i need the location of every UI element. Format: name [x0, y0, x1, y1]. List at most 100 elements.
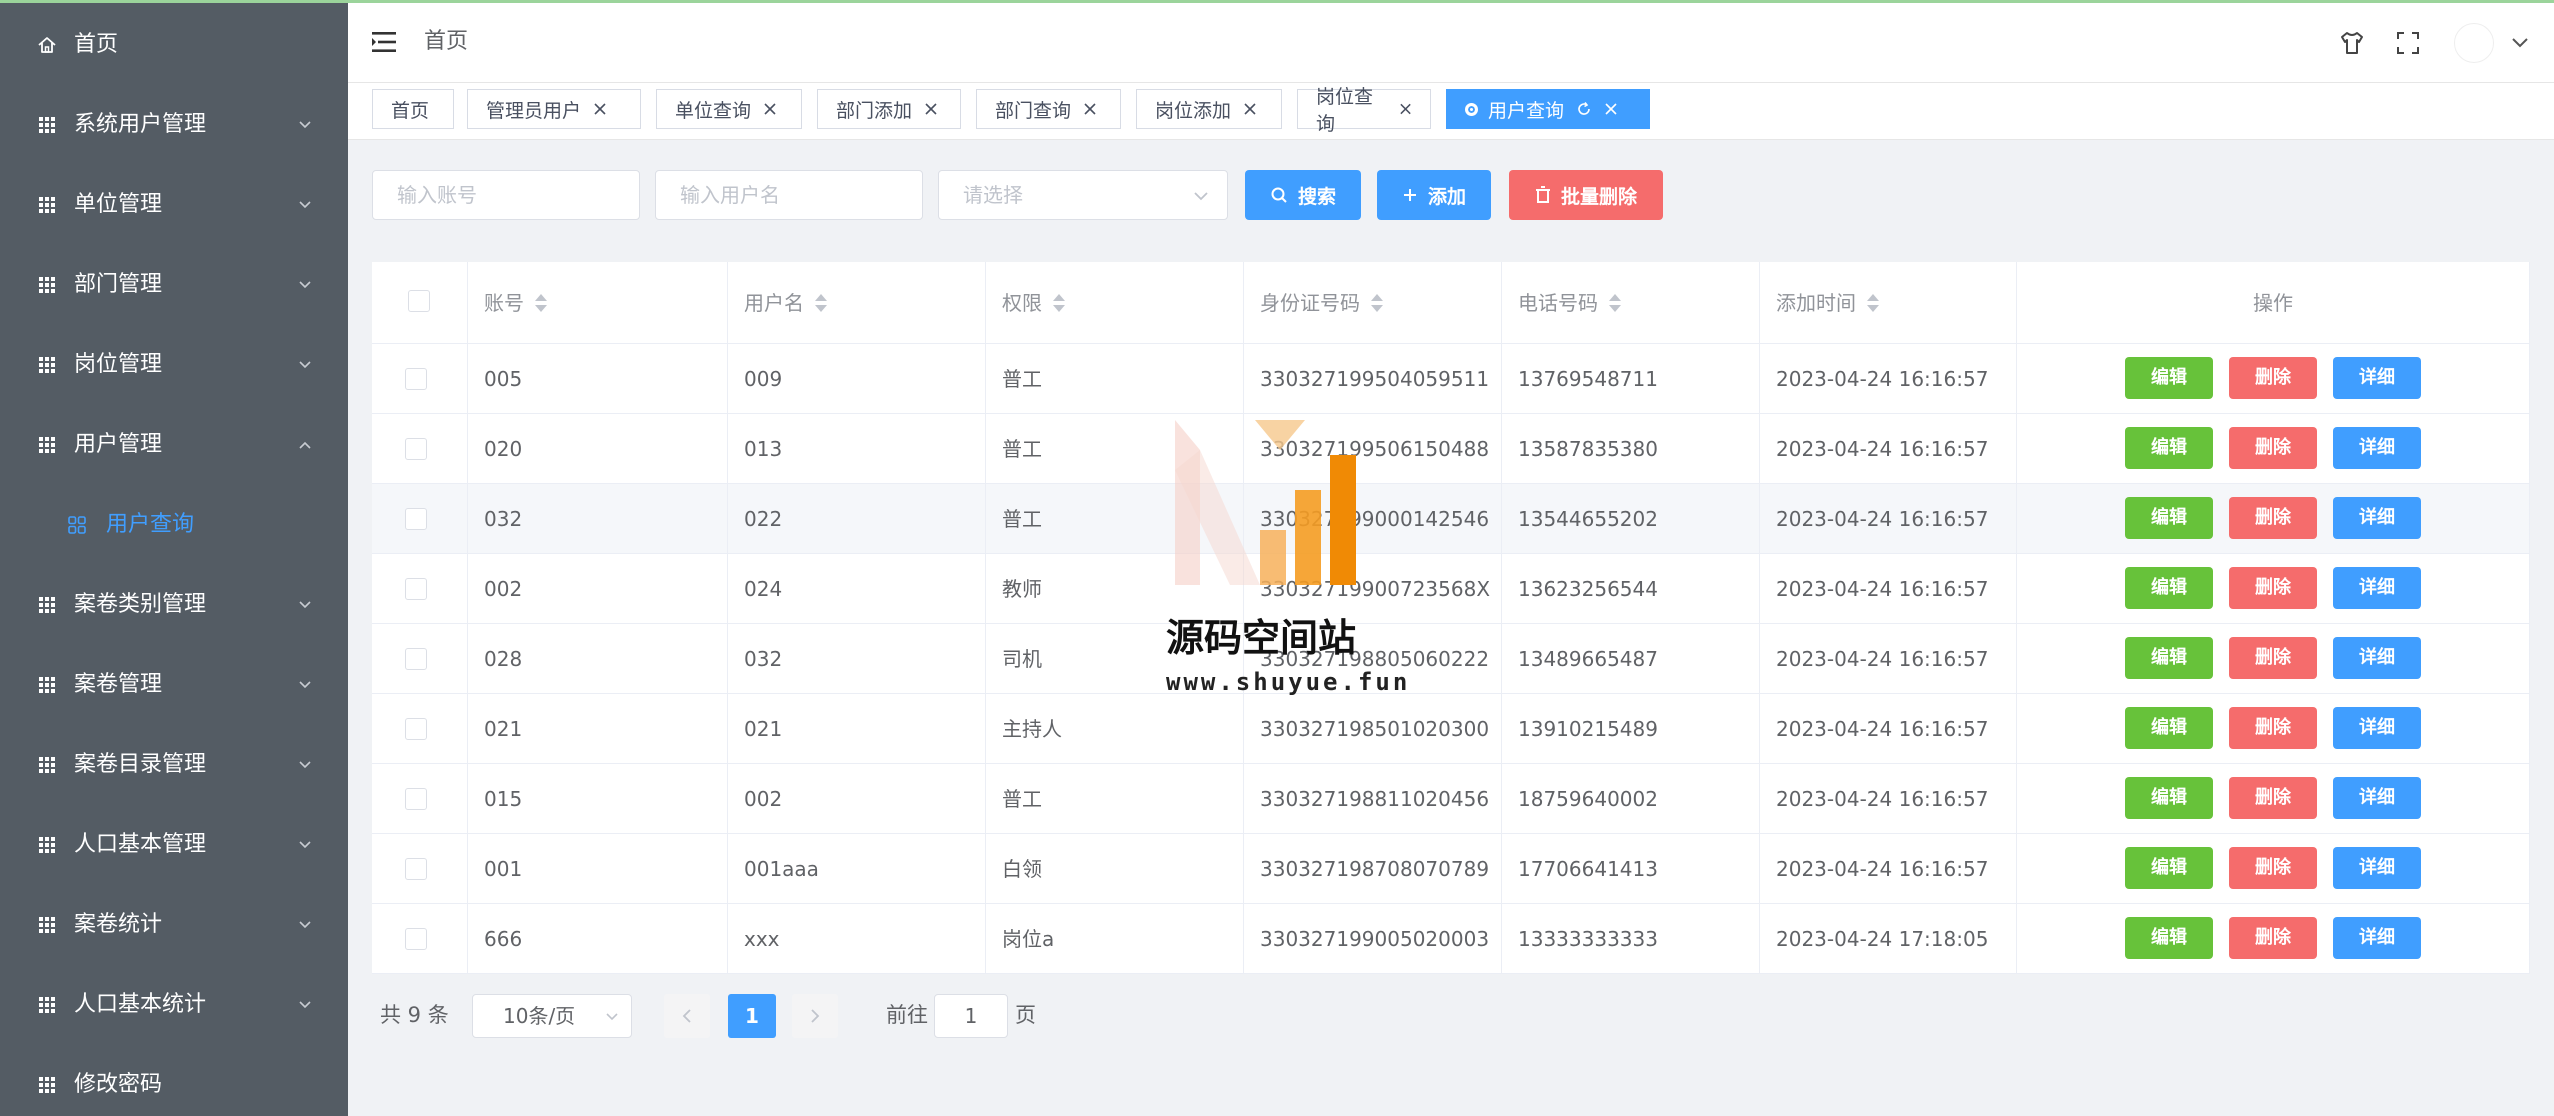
- sidebar-item-0[interactable]: 首页: [0, 15, 348, 75]
- sidebar-item-6[interactable]: 用户查询: [0, 495, 348, 555]
- table-row[interactable]: 021 021 主持人 330327198501020300 13910215489 20…: [372, 694, 2530, 764]
- tab-7[interactable]: 用户查询: [1446, 89, 1650, 129]
- close-icon[interactable]: [924, 102, 938, 116]
- detail-button[interactable]: 详细: [2333, 777, 2421, 819]
- detail-button[interactable]: 详细: [2333, 637, 2421, 679]
- table-row[interactable]: 020 013 普工 330327199506150488 13587835380 202…: [372, 414, 2530, 484]
- tab-0[interactable]: 首页: [372, 89, 454, 129]
- close-icon[interactable]: [1083, 102, 1097, 116]
- column-header[interactable]: 权限: [986, 262, 1244, 344]
- sort-icon[interactable]: [1370, 292, 1384, 314]
- sidebar-item-2[interactable]: 单位管理: [0, 175, 348, 235]
- sort-icon[interactable]: [814, 292, 828, 314]
- column-header[interactable]: 用户名: [728, 262, 986, 344]
- sidebar-item-3[interactable]: 部门管理: [0, 255, 348, 315]
- prev-page-button[interactable]: [664, 994, 710, 1038]
- delete-button[interactable]: 删除: [2229, 707, 2317, 749]
- permission-select[interactable]: 请选择: [938, 170, 1228, 220]
- select-all-checkbox[interactable]: [408, 290, 430, 312]
- edit-button[interactable]: 编辑: [2125, 917, 2213, 959]
- table-row[interactable]: 001 001aaa 白领 330327198708070789 17706641413…: [372, 834, 2530, 904]
- detail-button[interactable]: 详细: [2333, 567, 2421, 609]
- delete-button[interactable]: 删除: [2229, 427, 2317, 469]
- sort-icon[interactable]: [1866, 292, 1880, 314]
- column-header[interactable]: 电话号码: [1502, 262, 1760, 344]
- column-header[interactable]: 账号: [468, 262, 728, 344]
- table-row[interactable]: 005 009 普工 330327199504059511 13769548711 202…: [372, 344, 2530, 414]
- edit-button[interactable]: 编辑: [2125, 567, 2213, 609]
- tab-1[interactable]: 管理员用户: [467, 89, 641, 129]
- row-checkbox[interactable]: [405, 858, 427, 880]
- close-icon[interactable]: [1604, 102, 1618, 116]
- delete-button[interactable]: 删除: [2229, 357, 2317, 399]
- column-header[interactable]: 添加时间: [1760, 262, 2017, 344]
- tab-6[interactable]: 岗位查询: [1297, 86, 1431, 135]
- table-row[interactable]: 015 002 普工 330327198811020456 18759640002 202…: [372, 764, 2530, 834]
- fullscreen-icon[interactable]: [2394, 29, 2422, 57]
- sidebar-item-7[interactable]: 案卷类别管理: [0, 575, 348, 635]
- sidebar-item-4[interactable]: 岗位管理: [0, 335, 348, 395]
- row-checkbox[interactable]: [405, 368, 427, 390]
- row-checkbox[interactable]: [405, 578, 427, 600]
- sidebar-item-5[interactable]: 用户管理: [0, 415, 348, 475]
- detail-button[interactable]: 详细: [2333, 357, 2421, 399]
- add-button[interactable]: 添加: [1377, 170, 1491, 220]
- batch-delete-button[interactable]: 批量删除: [1509, 170, 1663, 220]
- table-row[interactable]: 028 032 司机 330327198805060222 13489665487 202…: [372, 624, 2530, 694]
- row-checkbox[interactable]: [405, 928, 427, 950]
- edit-button[interactable]: 编辑: [2125, 707, 2213, 749]
- page-size-select[interactable]: 10条/页: [472, 994, 632, 1038]
- edit-button[interactable]: 编辑: [2125, 847, 2213, 889]
- delete-button[interactable]: 删除: [2229, 777, 2317, 819]
- table-row[interactable]: 032 022 普工 330327199000142546 13544655202 202…: [372, 484, 2530, 554]
- next-page-button[interactable]: [792, 994, 838, 1038]
- tab-4[interactable]: 部门查询: [976, 89, 1121, 129]
- detail-button[interactable]: 详细: [2333, 497, 2421, 539]
- detail-button[interactable]: 详细: [2333, 707, 2421, 749]
- edit-button[interactable]: 编辑: [2125, 427, 2213, 469]
- sidebar-item-10[interactable]: 人口基本管理: [0, 815, 348, 875]
- edit-button[interactable]: 编辑: [2125, 357, 2213, 399]
- edit-button[interactable]: 编辑: [2125, 637, 2213, 679]
- row-checkbox[interactable]: [405, 438, 427, 460]
- row-checkbox[interactable]: [405, 788, 427, 810]
- close-icon[interactable]: [763, 102, 777, 116]
- tshirt-icon[interactable]: [2338, 29, 2366, 57]
- sidebar-item-1[interactable]: 系统用户管理: [0, 95, 348, 155]
- search-button[interactable]: 搜索: [1245, 170, 1361, 220]
- row-checkbox[interactable]: [405, 508, 427, 530]
- sort-icon[interactable]: [1608, 292, 1622, 314]
- table-row[interactable]: 666 xxx 岗位a 330327199005020003 13333333333 20…: [372, 904, 2530, 974]
- delete-button[interactable]: 删除: [2229, 637, 2317, 679]
- goto-page-input[interactable]: 1: [934, 994, 1008, 1038]
- sidebar-item-13[interactable]: 修改密码: [0, 1055, 348, 1115]
- page-number-current[interactable]: 1: [728, 994, 776, 1038]
- menu-toggle-icon[interactable]: [372, 31, 396, 53]
- detail-button[interactable]: 详细: [2333, 847, 2421, 889]
- edit-button[interactable]: 编辑: [2125, 497, 2213, 539]
- close-icon[interactable]: [1243, 102, 1257, 116]
- delete-button[interactable]: 删除: [2229, 497, 2317, 539]
- sort-icon[interactable]: [534, 292, 548, 314]
- tab-3[interactable]: 部门添加: [817, 89, 961, 129]
- close-icon[interactable]: [593, 102, 607, 116]
- close-icon[interactable]: [1399, 102, 1412, 116]
- avatar[interactable]: [2454, 23, 2494, 63]
- tab-2[interactable]: 单位查询: [656, 89, 802, 129]
- delete-button[interactable]: 删除: [2229, 567, 2317, 609]
- sidebar-item-9[interactable]: 案卷目录管理: [0, 735, 348, 795]
- sidebar-item-12[interactable]: 人口基本统计: [0, 975, 348, 1035]
- table-row[interactable]: 002 024 教师 33032719900723568X 13623256544 202…: [372, 554, 2530, 624]
- sidebar-item-11[interactable]: 案卷统计: [0, 895, 348, 955]
- sidebar-item-8[interactable]: 案卷管理: [0, 655, 348, 715]
- account-search-input[interactable]: 输入账号: [372, 170, 640, 220]
- sort-icon[interactable]: [1052, 292, 1066, 314]
- chevron-down-icon[interactable]: [2510, 35, 2530, 51]
- username-search-input[interactable]: 输入用户名: [655, 170, 923, 220]
- detail-button[interactable]: 详细: [2333, 917, 2421, 959]
- edit-button[interactable]: 编辑: [2125, 777, 2213, 819]
- detail-button[interactable]: 详细: [2333, 427, 2421, 469]
- delete-button[interactable]: 删除: [2229, 917, 2317, 959]
- row-checkbox[interactable]: [405, 718, 427, 740]
- delete-button[interactable]: 删除: [2229, 847, 2317, 889]
